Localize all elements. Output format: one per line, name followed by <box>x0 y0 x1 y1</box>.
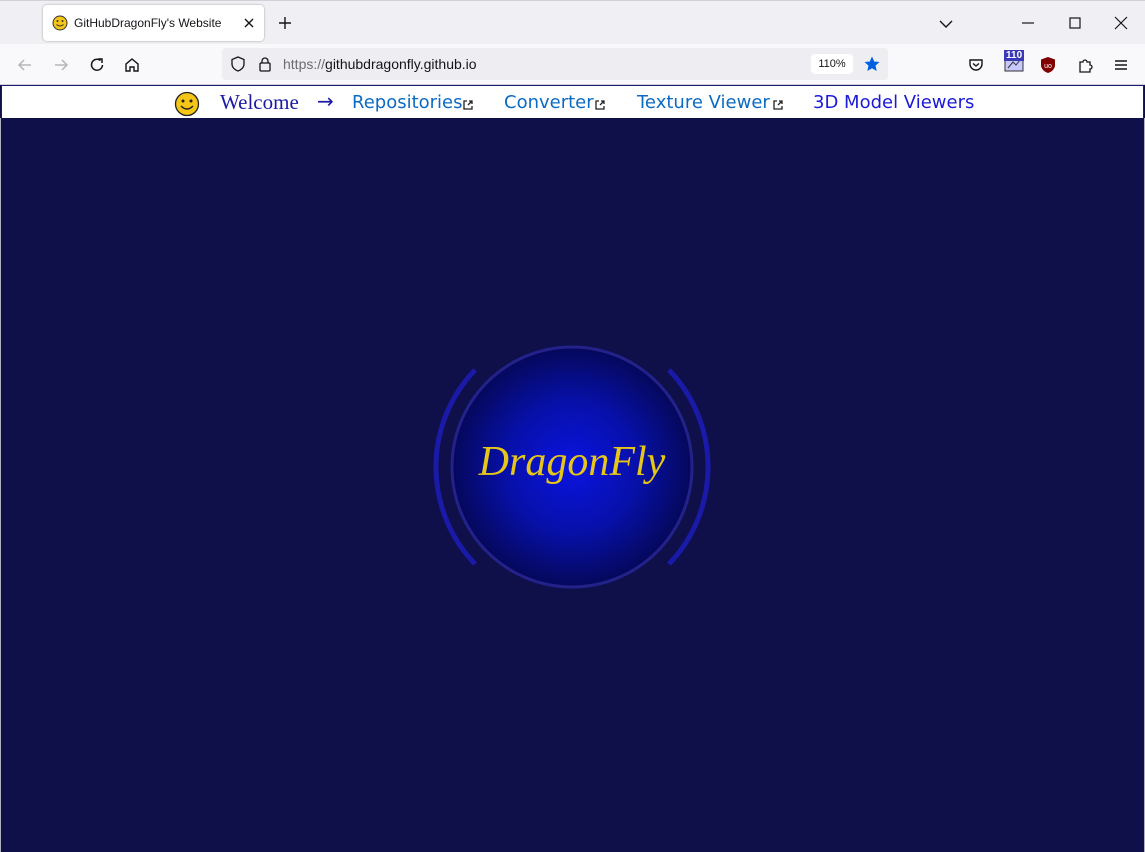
new-tab-icon[interactable] <box>277 15 293 31</box>
smiley-favicon-icon <box>52 15 68 31</box>
dragonfly-logo: DragonFly <box>430 343 714 591</box>
nav-link-3d-model-viewers[interactable]: 3D Model Viewers <box>813 92 974 113</box>
hamburger-menu-icon[interactable] <box>1112 56 1130 74</box>
address-bar[interactable]: https://githubdragonfly.github.io 110% <box>222 48 888 80</box>
smiley-face-icon <box>174 91 200 117</box>
nav-link-repositories[interactable]: Repositories <box>352 92 463 113</box>
tab-strip: GitHubDragonFly's Website <box>0 0 1145 44</box>
external-link-icon <box>595 100 605 110</box>
url-text[interactable]: https://githubdragonfly.github.io <box>283 56 477 72</box>
back-arrow-icon[interactable] <box>16 56 34 74</box>
zoom-level-button[interactable]: 110% <box>811 54 853 74</box>
chevron-down-icon[interactable] <box>938 16 954 32</box>
nav-link-texture-viewer[interactable]: Texture Viewer <box>637 92 770 113</box>
external-link-icon <box>773 100 783 110</box>
extensions-puzzle-icon[interactable] <box>1076 56 1094 74</box>
close-tab-icon[interactable] <box>242 16 256 30</box>
site-navigation: Welcome → Repositories Converter Texture… <box>1 85 1144 118</box>
page-border-left <box>0 118 1 852</box>
external-link-icon <box>463 100 473 110</box>
nav-link-converter[interactable]: Converter <box>504 92 594 113</box>
bookmark-star-icon[interactable] <box>863 55 881 73</box>
right-arrow-icon: → <box>317 89 334 113</box>
maximize-window-icon[interactable] <box>1068 16 1082 30</box>
reload-icon[interactable] <box>88 56 106 74</box>
home-icon[interactable] <box>123 56 141 74</box>
ublock-origin-icon[interactable]: uo <box>1039 56 1057 74</box>
active-tab[interactable]: GitHubDragonFly's Website <box>43 5 264 41</box>
logo-text: DragonFly <box>478 439 666 485</box>
url-host: githubdragonfly.github.io <box>325 56 477 72</box>
svg-text:uo: uo <box>1044 63 1052 70</box>
tracking-protection-shield-icon[interactable] <box>230 56 246 72</box>
pocket-icon[interactable] <box>967 56 985 74</box>
welcome-link[interactable]: Welcome <box>220 90 299 115</box>
lock-icon[interactable] <box>257 56 273 72</box>
extension-badge: 110 <box>1004 50 1025 61</box>
forward-arrow-icon[interactable] <box>52 56 70 74</box>
navigation-toolbar: https://githubdragonfly.github.io 110% u… <box>0 44 1145 85</box>
url-scheme: https:// <box>283 56 326 72</box>
tab-title: GitHubDragonFly's Website <box>74 16 222 30</box>
close-window-icon[interactable] <box>1114 16 1128 30</box>
minimize-window-icon[interactable] <box>1021 16 1035 30</box>
extension-counter-button[interactable]: 110 <box>1004 50 1025 72</box>
